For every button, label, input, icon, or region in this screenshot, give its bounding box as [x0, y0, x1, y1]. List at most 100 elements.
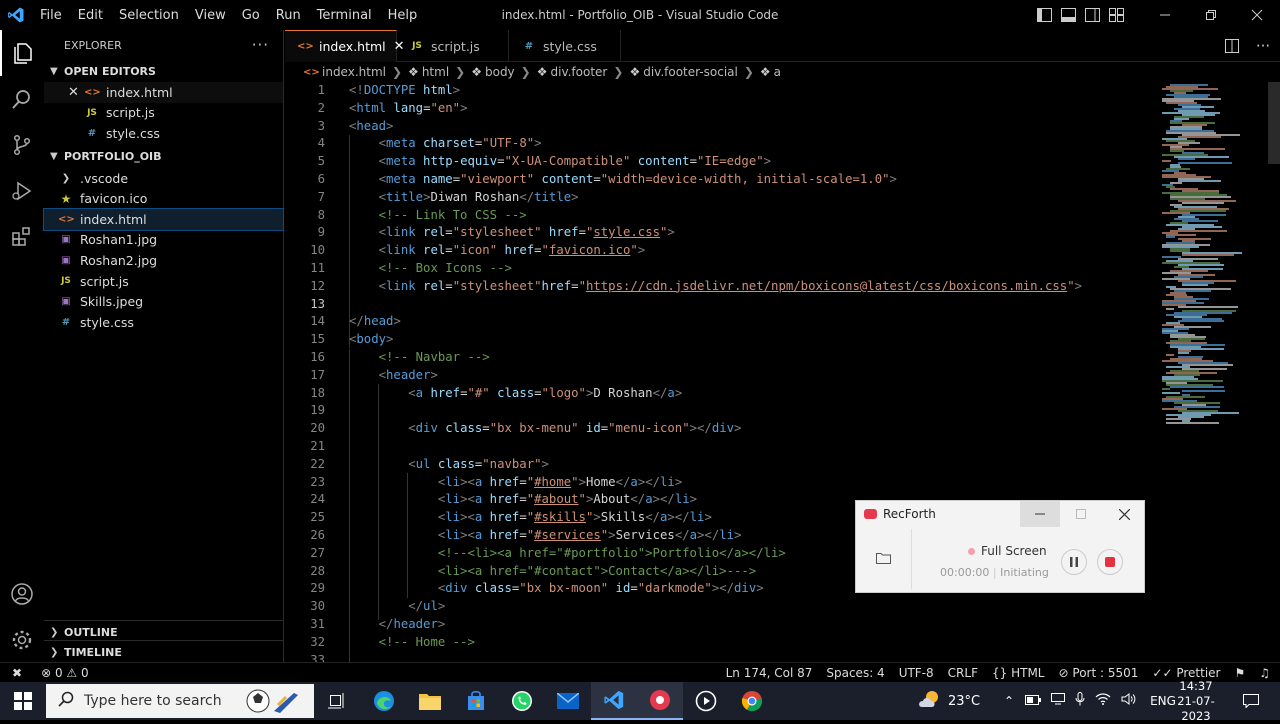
menu-edit[interactable]: Edit: [70, 8, 111, 23]
display-icon[interactable]: [1046, 693, 1070, 709]
line-number: 13: [310, 296, 325, 311]
file-tree-item[interactable]: ❯ .vscode: [44, 168, 283, 189]
open-editors-header[interactable]: ▼ OPEN EDITORS: [44, 60, 283, 82]
code-line: </ul>: [408, 599, 446, 614]
wifi-icon[interactable]: [1090, 693, 1116, 709]
folder-icon[interactable]: [876, 552, 891, 567]
explorer-sidebar: EXPLORER ··· ▼ OPEN EDITORS ✕ <> index.h…: [43, 30, 284, 663]
show-hidden-icons-icon[interactable]: ⌃: [998, 694, 1020, 708]
stop-icon: [1105, 557, 1115, 567]
restore-window-icon[interactable]: [1188, 0, 1234, 30]
vscode-taskbar-icon[interactable]: [591, 682, 637, 720]
taskbar-search-box[interactable]: Type here to search: [46, 684, 314, 718]
open-editor-item[interactable]: # style.css: [44, 123, 283, 144]
stop-button[interactable]: [1097, 549, 1123, 575]
symbol-icon: ❖: [536, 65, 548, 79]
accounts-status-icon[interactable]: ⚑: [1227, 666, 1252, 680]
file-tree-item[interactable]: ▣ Roshan1.jpg: [44, 230, 283, 251]
microphone-icon[interactable]: [1070, 692, 1090, 710]
file-tree-item[interactable]: # style.css: [44, 312, 283, 333]
recforth-taskbar-icon[interactable]: [637, 682, 683, 720]
prettier-status[interactable]: ✓✓ Prettier: [1145, 666, 1227, 680]
minimap[interactable]: [1160, 82, 1280, 662]
split-editor-icon[interactable]: [1218, 31, 1246, 61]
tab-style-css[interactable]: # style.css: [509, 30, 621, 62]
file-tree-item[interactable]: ★ favicon.ico: [44, 188, 283, 209]
open-editor-item[interactable]: JS script.js: [44, 103, 283, 124]
breadcrumb-item[interactable]: div.footer-social: [643, 65, 738, 79]
recording-dot-icon: [968, 547, 975, 555]
js-file-icon: JS: [412, 41, 422, 51]
remote-indicator-icon[interactable]: ✖: [0, 666, 34, 680]
menu-help[interactable]: Help: [380, 8, 426, 23]
breadcrumb-item[interactable]: html: [422, 65, 449, 79]
tab-script-js[interactable]: JS script.js: [397, 30, 509, 62]
whatsapp-icon[interactable]: [499, 682, 545, 720]
js-file-icon: JS: [87, 107, 97, 118]
volume-icon[interactable]: [1116, 693, 1142, 709]
open-editor-item[interactable]: ✕ <> index.html: [44, 82, 283, 103]
start-button[interactable]: [0, 682, 46, 720]
notification-center-icon[interactable]: [1236, 682, 1266, 720]
project-folder-header[interactable]: ▼ PORTFOLIO_OIB: [44, 146, 283, 168]
task-view-icon[interactable]: [314, 682, 360, 720]
line-number: 17: [310, 367, 325, 382]
breadcrumb-item[interactable]: body: [485, 65, 515, 79]
tab-index-html[interactable]: <> index.html ✕: [285, 30, 405, 62]
end-of-line[interactable]: CRLF: [941, 666, 985, 680]
close-recforth-icon[interactable]: [1104, 501, 1144, 527]
breadcrumb-item[interactable]: a: [774, 65, 781, 79]
weather-widget[interactable]: 23°C: [918, 682, 980, 720]
menu-terminal[interactable]: Terminal: [309, 8, 380, 23]
customize-layout-icon[interactable]: [1104, 0, 1128, 30]
mail-icon[interactable]: [545, 682, 591, 720]
maximize-recforth-icon[interactable]: [1061, 501, 1101, 527]
settings-gear-icon[interactable]: [0, 617, 44, 663]
notifications-bell-icon[interactable]: ♫: [1252, 666, 1280, 680]
breadcrumb-item[interactable]: div.footer: [551, 65, 608, 79]
chevron-right-icon: ❯: [50, 646, 59, 658]
menu-file[interactable]: File: [32, 8, 70, 23]
file-tree-item[interactable]: <> index.html: [43, 207, 284, 231]
more-actions-icon[interactable]: ···: [1246, 31, 1280, 61]
extensions-icon[interactable]: [0, 214, 44, 260]
accounts-icon[interactable]: [0, 571, 44, 617]
breadcrumb-item[interactable]: index.html: [322, 65, 386, 79]
file-tree-item[interactable]: ▣ Roshan2.jpg: [44, 250, 283, 271]
menu-run[interactable]: Run: [268, 8, 309, 23]
source-control-icon[interactable]: [0, 122, 44, 168]
more-actions-icon[interactable]: ···: [252, 36, 269, 54]
run-debug-icon[interactable]: [0, 168, 44, 214]
chrome-icon[interactable]: [729, 682, 775, 720]
indentation[interactable]: Spaces: 4: [819, 666, 891, 680]
media-player-icon[interactable]: [683, 682, 729, 720]
edge-browser-icon[interactable]: [361, 682, 407, 720]
explorer-icon[interactable]: [0, 30, 44, 76]
minimap-slider[interactable]: [1268, 82, 1280, 164]
toggle-secondary-sidebar-icon[interactable]: [1080, 0, 1104, 30]
problems-indicator[interactable]: ⊗ 0 ⚠ 0: [34, 666, 96, 680]
battery-icon[interactable]: [1020, 694, 1046, 709]
menu-go[interactable]: Go: [234, 8, 268, 23]
breadcrumb: <> index.html ❯ ❖ html ❯ ❖ body ❯ ❖ div.…: [285, 62, 1280, 82]
pause-button[interactable]: [1061, 549, 1087, 575]
encoding[interactable]: UTF-8: [892, 666, 941, 680]
live-server-port[interactable]: ⊘ Port : 5501: [1052, 666, 1146, 680]
file-explorer-icon[interactable]: [407, 682, 453, 720]
file-tree-item[interactable]: ▣ Skills.jpeg: [44, 291, 283, 312]
menu-view[interactable]: View: [187, 8, 234, 23]
timeline-header[interactable]: ❯ TIMELINE: [44, 641, 284, 663]
minimize-recforth-icon[interactable]: [1020, 501, 1060, 527]
minimize-window-icon[interactable]: [1142, 0, 1188, 30]
search-icon[interactable]: [0, 76, 44, 122]
toggle-primary-sidebar-icon[interactable]: [1032, 0, 1056, 30]
close-editor-icon[interactable]: ✕: [68, 85, 84, 100]
language-mode[interactable]: {} HTML: [985, 666, 1052, 680]
cursor-position[interactable]: Ln 174, Col 87: [719, 666, 820, 680]
clock[interactable]: 14:37 21-07-2023: [1168, 679, 1224, 723]
microsoft-store-icon[interactable]: [453, 682, 499, 720]
toggle-panel-icon[interactable]: [1056, 0, 1080, 30]
file-tree-item[interactable]: JS script.js: [44, 271, 283, 292]
close-window-icon[interactable]: [1234, 0, 1280, 30]
menu-selection[interactable]: Selection: [111, 8, 187, 23]
